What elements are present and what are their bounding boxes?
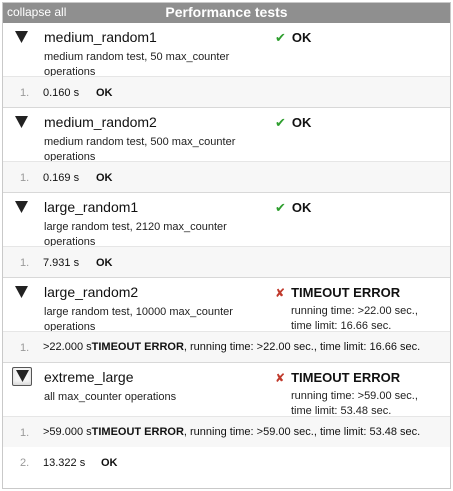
status-running-time: running time: >59.00 sec., [291, 390, 418, 402]
test-status: ✘ TIMEOUT ERROR [275, 370, 400, 385]
result-number: 1. [20, 172, 30, 184]
result-status: OK [96, 87, 113, 99]
test-description: all max_counter operations [44, 391, 177, 403]
cross-icon: ✘ [275, 371, 286, 385]
triangle-down-icon[interactable] [15, 116, 28, 129]
result-row: 1. >59.000 sTIMEOUT ERROR, running time:… [3, 416, 450, 447]
test-group-large-random2: large_random2 large random test, 10000 m… [3, 278, 450, 363]
result-status: TIMEOUT ERROR [91, 426, 184, 438]
result-time: >22.000 s [43, 341, 92, 353]
result-row: 1. 0.169 s OK [3, 161, 450, 192]
test-group-large-random1: large_random1 large random test, 2120 ma… [3, 193, 450, 278]
test-name: large_random2 [44, 284, 139, 300]
test-header: large_random2 large random test, 10000 m… [3, 278, 450, 334]
status-text: OK [291, 30, 312, 45]
result-status: OK [96, 257, 113, 269]
test-header: extreme_large all max_counter operations… [3, 363, 450, 419]
result-row: 1. 0.160 s OK [3, 76, 450, 107]
result-time: 0.160 s [43, 87, 80, 99]
result-number: 2. [20, 457, 30, 469]
status-text: TIMEOUT ERROR [291, 370, 401, 385]
triangle-down-icon[interactable] [15, 31, 28, 44]
test-name: large_random1 [44, 199, 139, 215]
result-row: 1. >22.000 sTIMEOUT ERROR, running time:… [3, 331, 450, 362]
test-status: ✔ OK [275, 200, 311, 216]
status-detail: running time: >59.00 sec., time limit: 5… [291, 389, 418, 419]
cross-icon: ✘ [275, 286, 286, 300]
result-time: 0.169 s [43, 172, 80, 184]
status-text: OK [291, 200, 312, 215]
test-header: medium_random1 medium random test, 50 ma… [3, 23, 450, 78]
test-group-medium-random2: medium_random2 medium random test, 500 m… [3, 108, 450, 193]
result-number: 1. [20, 342, 30, 354]
test-status: ✘ TIMEOUT ERROR [275, 285, 400, 300]
result-status: OK [101, 457, 118, 469]
test-name: medium_random1 [44, 29, 157, 45]
status-running-time: running time: >22.00 sec., [291, 305, 418, 317]
result-number: 1. [20, 257, 30, 269]
test-status: ✔ OK [275, 30, 311, 46]
check-icon: ✔ [275, 115, 286, 130]
result-number: 1. [20, 87, 30, 99]
triangle-down-icon[interactable] [15, 201, 28, 214]
result-time: 13.322 s [43, 457, 86, 469]
panel-header: collapse all Performance tests [3, 3, 450, 23]
result-row: 1. 7.931 s OK [3, 246, 450, 277]
test-group-extreme-large: extreme_large all max_counter operations… [3, 363, 450, 478]
test-header: medium_random2 medium random test, 500 m… [3, 108, 450, 163]
result-time: 7.931 s [43, 257, 80, 269]
performance-tests-panel: collapse all Performance tests medium_ra… [2, 2, 451, 489]
result-number: 1. [20, 427, 30, 439]
result-time: >59.000 s [43, 426, 92, 438]
status-detail: running time: >22.00 sec., time limit: 1… [291, 304, 418, 334]
test-name: extreme_large [44, 369, 134, 385]
triangle-down-icon[interactable] [12, 367, 32, 386]
result-line: >22.000 sTIMEOUT ERROR, running time: >2… [43, 341, 420, 353]
status-text: OK [291, 115, 312, 130]
result-line: >59.000 sTIMEOUT ERROR, running time: >5… [43, 426, 420, 438]
test-group-medium-random1: medium_random1 medium random test, 50 ma… [3, 23, 450, 108]
result-detail: , running time: >59.00 sec., time limit:… [183, 426, 421, 438]
test-name: medium_random2 [44, 114, 157, 130]
panel-title: Performance tests [165, 4, 288, 20]
triangle-down-icon[interactable] [15, 286, 28, 299]
test-status: ✔ OK [275, 115, 311, 131]
check-icon: ✔ [275, 200, 286, 215]
result-row: 2. 13.322 s OK [3, 447, 450, 478]
test-header: large_random1 large random test, 2120 ma… [3, 193, 450, 248]
result-status: TIMEOUT ERROR [91, 341, 184, 353]
result-detail: , running time: >22.00 sec., time limit:… [183, 341, 421, 353]
check-icon: ✔ [275, 30, 286, 45]
status-text: TIMEOUT ERROR [291, 285, 401, 300]
result-status: OK [96, 172, 113, 184]
